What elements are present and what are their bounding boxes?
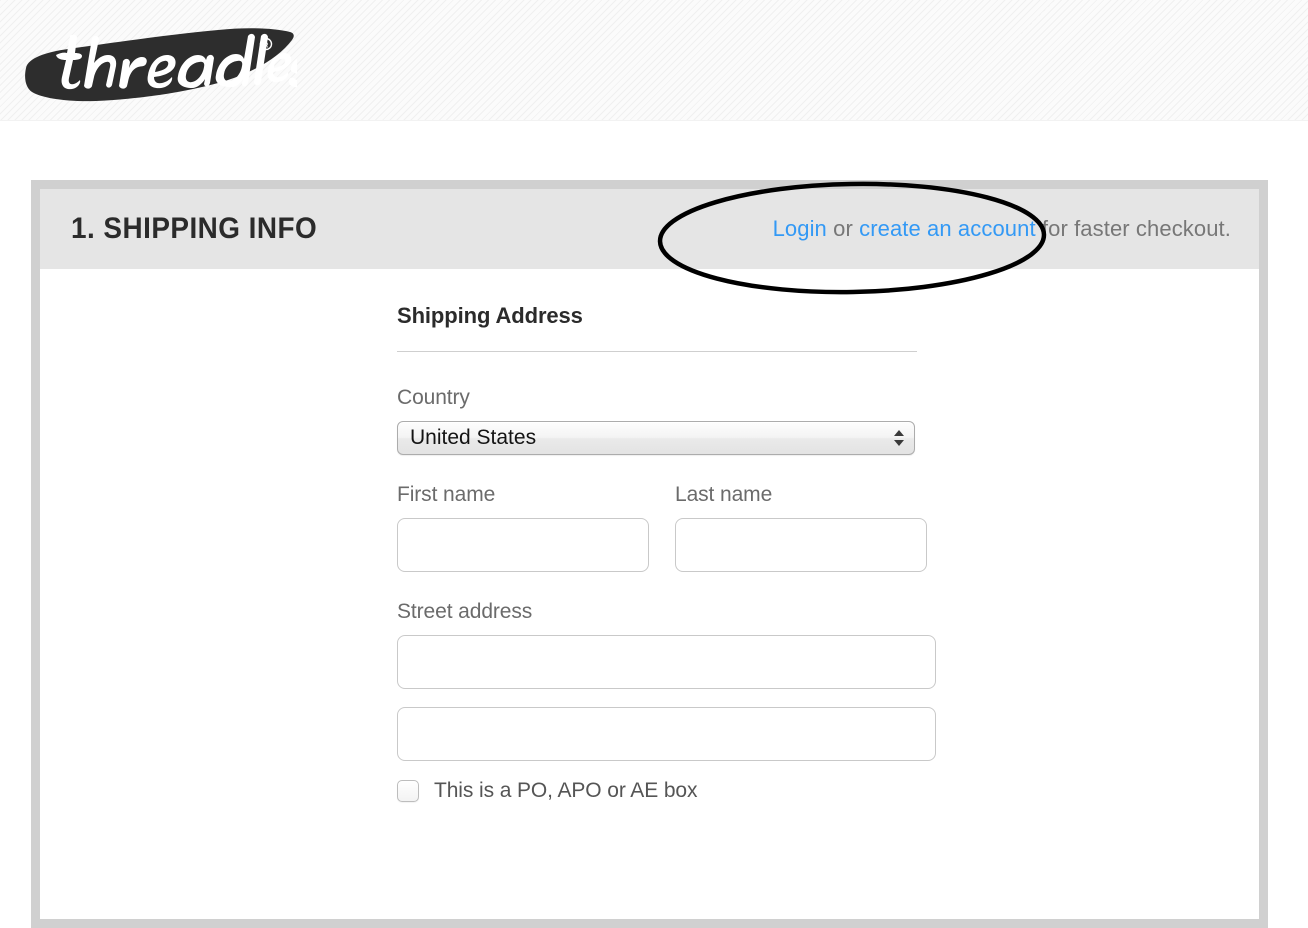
create-account-link[interactable]: create an account — [859, 216, 1036, 241]
login-prompt: Login or create an account for faster ch… — [773, 216, 1231, 242]
country-select[interactable]: United States — [397, 421, 915, 455]
first-name-input[interactable] — [397, 518, 649, 572]
first-name-label: First name — [397, 483, 496, 506]
country-label: Country — [397, 386, 470, 409]
po-box-checkbox[interactable] — [397, 780, 419, 802]
page-title: 1. SHIPPING INFO — [71, 212, 318, 245]
country-field-group: Country United States — [397, 386, 937, 455]
or-text: or — [826, 216, 860, 241]
po-box-row[interactable]: This is a PO, APO or AE box — [397, 779, 937, 803]
country-selected-value: United States — [410, 426, 537, 449]
svg-text:R: R — [263, 43, 268, 50]
panel-header: 1. SHIPPING INFO Login or create an acco… — [40, 189, 1259, 269]
street-address-field-group: Street address This is a PO, APO or AE b… — [397, 600, 937, 803]
shipping-address-heading: Shipping Address — [397, 303, 583, 328]
panel-body: Shipping Address Country United States F… — [40, 269, 1259, 919]
street-address-line2-input[interactable] — [397, 707, 936, 761]
login-link[interactable]: Login — [773, 216, 827, 241]
last-name-label: Last name — [675, 483, 773, 506]
shipping-address-form: Shipping Address Country United States F… — [397, 303, 937, 803]
name-row: First name Last name — [397, 483, 937, 572]
heading-divider — [397, 351, 917, 352]
last-name-field-group: Last name — [675, 483, 927, 572]
shipping-info-panel: 1. SHIPPING INFO Login or create an acco… — [31, 180, 1268, 928]
street-address-line1-input[interactable] — [397, 635, 936, 689]
faster-checkout-text: for faster checkout. — [1035, 216, 1231, 241]
site-header: R — [0, 0, 1308, 121]
last-name-input[interactable] — [675, 518, 927, 572]
street-address-label: Street address — [397, 600, 533, 623]
po-box-label[interactable]: This is a PO, APO or AE box — [434, 779, 698, 803]
country-select-wrap: United States — [397, 421, 915, 455]
threadless-logo[interactable]: R — [22, 22, 297, 104]
first-name-field-group: First name — [397, 483, 649, 572]
